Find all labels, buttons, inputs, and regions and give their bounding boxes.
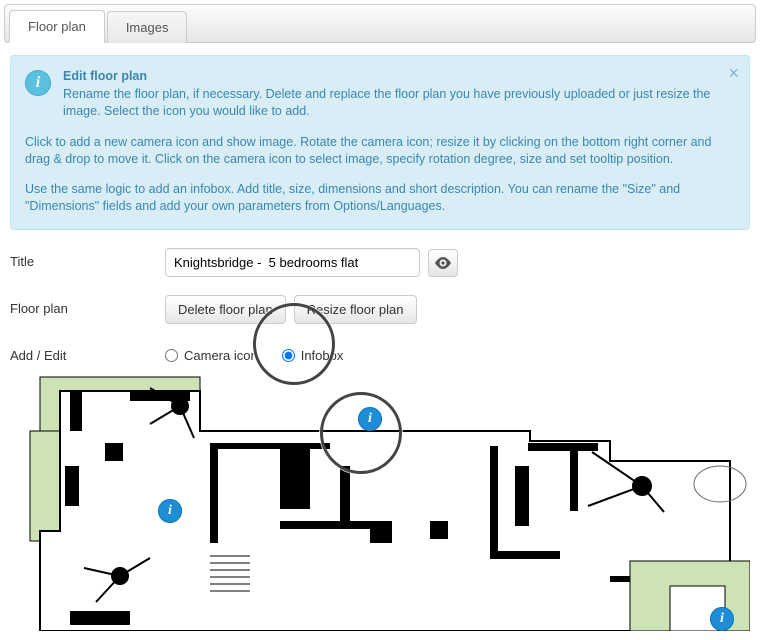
infobox-icon[interactable]: i [710,607,734,631]
title-label: Title [10,248,165,269]
tab-content: × i Edit floor plan Rename the floor pla… [0,47,760,631]
info-icon: i [25,70,51,96]
tab-floor-plan[interactable]: Floor plan [9,10,105,43]
radio-camera-label: Camera icon [184,348,258,363]
radio-infobox[interactable]: Infobox [282,348,344,363]
resize-floorplan-button[interactable]: Resize floor plan [294,295,417,324]
help-para-1: Click to add a new camera icon and show … [25,134,735,168]
preview-button[interactable] [428,249,458,277]
infobox-icon[interactable]: i [358,407,382,431]
floorplan-label: Floor plan [10,295,165,316]
close-icon[interactable]: × [728,64,739,82]
help-panel: × i Edit floor plan Rename the floor pla… [10,55,750,230]
radio-camera-icon[interactable]: Camera icon [165,348,258,363]
help-lead: Rename the floor plan, if necessary. Del… [63,86,735,120]
radio-infobox-label: Infobox [301,348,344,363]
infobox-icon[interactable]: i [158,499,182,523]
tab-images[interactable]: Images [107,11,188,43]
tab-bar: Floor plan Images [4,4,756,43]
title-input[interactable] [165,248,420,277]
floor-plan-canvas[interactable]: i i i Terrace 262 SqFt [10,371,750,631]
addedit-label: Add / Edit [10,342,165,363]
eye-icon [435,257,451,269]
help-para-2: Use the same logic to add an infobox. Ad… [25,181,735,215]
floor-plan-image [10,371,750,631]
delete-floorplan-button[interactable]: Delete floor plan [165,295,286,324]
help-title: Edit floor plan [63,68,735,85]
